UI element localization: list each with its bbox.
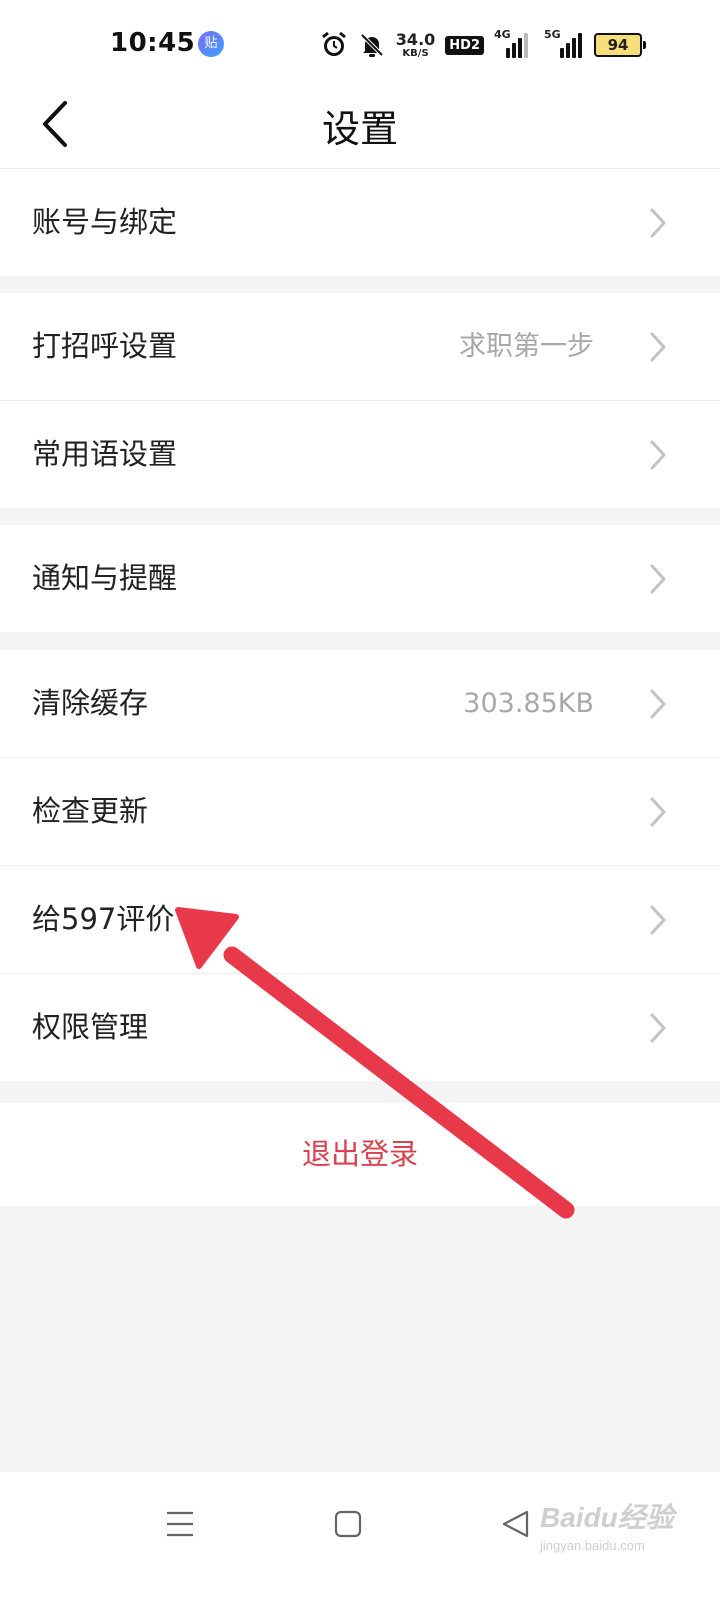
settings-item-label: 账号与绑定	[32, 205, 178, 239]
status-bar: 10:45 贴 34.0 KB/S HD2 4G 5G 94	[0, 0, 720, 84]
page-title: 设置	[321, 107, 398, 151]
signal-5g-icon: 5G	[538, 28, 584, 58]
status-time: 10:45	[110, 28, 196, 58]
chevron-right-icon	[650, 689, 666, 719]
status-icons: 34.0 KB/S HD2 4G 5G 94	[320, 28, 646, 62]
settings-item-greeting[interactable]: 打招呼设置 求职第一步	[0, 293, 720, 401]
tieba-notification-icon: 贴	[198, 31, 224, 57]
settings-section-greeting: 打招呼设置 求职第一步 常用语设置	[0, 293, 720, 508]
cache-size-value: 303.85KB	[463, 688, 594, 719]
home-button[interactable]	[326, 1502, 370, 1546]
chevron-right-icon	[650, 905, 666, 935]
triangle-back-icon	[502, 1510, 529, 1538]
chevron-right-icon	[650, 440, 666, 470]
settings-item-clear-cache[interactable]: 清除缓存 303.85KB	[0, 650, 720, 758]
settings-item-check-update[interactable]: 检查更新	[0, 758, 720, 866]
settings-item-label: 给597评价	[32, 902, 175, 936]
chevron-right-icon	[650, 797, 666, 827]
alarm-icon	[321, 31, 346, 56]
settings-item-label: 清除缓存	[32, 686, 149, 720]
battery-indicator: 94	[594, 33, 646, 57]
settings-item-rate-app[interactable]: 给597评价	[0, 866, 720, 974]
nav-bar: 设置	[0, 84, 720, 169]
settings-item-permissions[interactable]: 权限管理	[0, 974, 720, 1081]
chevron-right-icon	[650, 564, 666, 594]
settings-item-label: 检查更新	[32, 794, 149, 828]
settings-section-general: 清除缓存 303.85KB 检查更新 给597评价 权限管理	[0, 650, 720, 1081]
settings-item-value: 求职第一步	[459, 331, 594, 362]
chevron-right-icon	[650, 1013, 666, 1043]
mute-bell-icon	[360, 33, 384, 57]
chevron-right-icon	[650, 208, 666, 238]
system-back-button[interactable]	[494, 1502, 538, 1546]
hd-voice-badge: HD2	[445, 35, 484, 55]
baidu-jingyan-watermark: Baidu经验 jingyan.baidu.com	[540, 1502, 674, 1553]
net-speed: 34.0 KB/S	[395, 29, 436, 59]
settings-item-account-binding[interactable]: 账号与绑定	[0, 169, 720, 276]
signal-4g-icon: 4G	[494, 28, 528, 58]
square-icon	[334, 1510, 362, 1538]
settings-item-notifications[interactable]: 通知与提醒	[0, 525, 720, 632]
settings-section-notifications: 通知与提醒	[0, 525, 720, 632]
settings-item-label: 打招呼设置	[32, 329, 178, 363]
menu-lines-icon	[167, 1511, 193, 1537]
logout-button[interactable]: 退出登录	[0, 1103, 720, 1206]
settings-item-common-phrases[interactable]: 常用语设置	[0, 401, 720, 508]
settings-item-label: 通知与提醒	[32, 561, 178, 595]
chevron-right-icon	[650, 332, 666, 362]
settings-section-account: 账号与绑定	[0, 169, 720, 276]
settings-item-label: 权限管理	[32, 1010, 149, 1044]
settings-item-label: 常用语设置	[32, 437, 178, 471]
recent-apps-button[interactable]	[158, 1502, 202, 1546]
